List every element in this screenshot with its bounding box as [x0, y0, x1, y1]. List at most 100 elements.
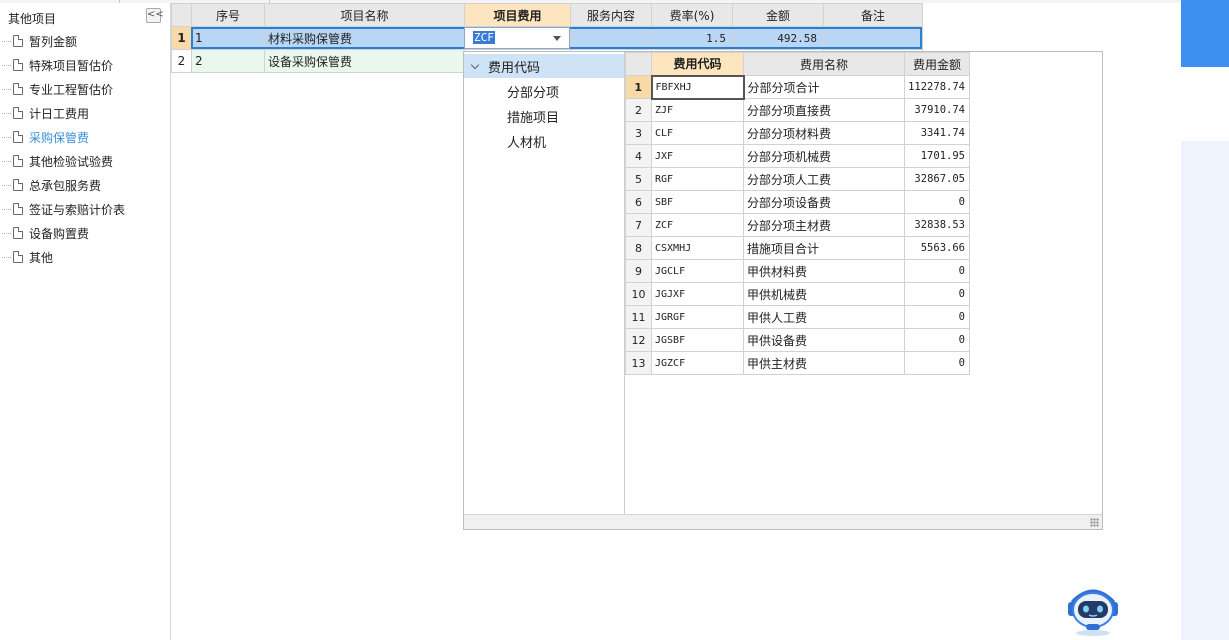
cost-code-row[interactable]: 1 FBFXHJ 分部分项合计 112278.74 [625, 74, 970, 100]
resize-grip-icon[interactable] [1090, 518, 1099, 527]
cost-amount-cell[interactable]: 32838.53 [904, 213, 970, 237]
row-number[interactable]: 1 [625, 75, 652, 99]
cost-name-cell[interactable]: 甲供主材费 [743, 351, 905, 375]
cost-amount-cell[interactable]: 0 [904, 259, 970, 283]
cost-code-row[interactable]: 6 SBF 分部分项设备费 0 [625, 190, 970, 214]
cost-code-row[interactable]: 3 CLF 分部分项材料费 3341.74 [625, 121, 970, 145]
cost-amount-cell[interactable]: 1701.95 [904, 144, 970, 168]
cost-code-cell[interactable]: JGJXF [651, 282, 744, 306]
cost-name-cell[interactable]: 分部分项直接费 [743, 98, 905, 122]
cost-code-row[interactable]: 13 JGZCF 甲供主材费 0 [625, 351, 970, 375]
row-number[interactable]: 9 [625, 259, 652, 283]
row-number[interactable]: 5 [625, 167, 652, 191]
tree-node-cost-code[interactable]: 费用代码 [464, 54, 624, 78]
col-header-rate[interactable]: 费率(%) [651, 3, 733, 27]
sidebar-item[interactable]: 暂列金额 [0, 31, 77, 51]
cost-code-row[interactable]: 8 CSXMHJ 措施项目合计 5563.66 [625, 236, 970, 260]
cost-code-row[interactable]: 9 JGCLF 甲供材料费 0 [625, 259, 970, 283]
cost-code-row[interactable]: 5 RGF 分部分项人工费 32867.05 [625, 167, 970, 191]
cost-name-cell[interactable]: 甲供设备费 [743, 328, 905, 352]
tree-node-rcj[interactable]: 人材机 [507, 132, 546, 151]
row-number[interactable]: 7 [625, 213, 652, 237]
cost-amount-cell[interactable]: 0 [904, 328, 970, 352]
cell-seq[interactable]: 1 [191, 26, 265, 50]
col-header-code[interactable]: 费用代码 [651, 52, 744, 76]
cost-name-cell[interactable]: 措施项目合计 [743, 236, 905, 260]
cost-name-cell[interactable]: 分部分项主材费 [743, 213, 905, 237]
cost-code-row[interactable]: 10 JGJXF 甲供机械费 0 [625, 282, 970, 306]
cost-code-row[interactable]: 11 JGRGF 甲供人工费 0 [625, 305, 970, 329]
row-number[interactable]: 2 [625, 98, 652, 122]
cost-amount-cell[interactable]: 0 [904, 305, 970, 329]
cost-name-cell[interactable]: 分部分项材料费 [743, 121, 905, 145]
row-number[interactable]: 10 [625, 282, 652, 306]
sidebar-item[interactable]: 其他 [0, 247, 53, 267]
corner-cell[interactable] [171, 3, 192, 27]
cell-note[interactable] [823, 26, 923, 50]
cost-name-cell[interactable]: 分部分项人工费 [743, 167, 905, 191]
sidebar-item[interactable]: 设备购置费 [0, 223, 89, 243]
row-number[interactable]: 8 [625, 236, 652, 260]
cost-code-cell[interactable]: JGCLF [651, 259, 744, 283]
sidebar-item[interactable]: 专业工程暂估价 [0, 79, 113, 99]
cost-code-cell[interactable]: ZCF [651, 213, 744, 237]
cost-code-cell[interactable]: ZJF [651, 98, 744, 122]
sidebar-item[interactable]: 计日工费用 [0, 103, 89, 123]
cost-code-row[interactable]: 4 JXF 分部分项机械费 1701.95 [625, 144, 970, 168]
cost-code-cell[interactable]: CLF [651, 121, 744, 145]
col-header-seq[interactable]: 序号 [191, 3, 265, 27]
cost-code-cell[interactable]: CSXMHJ [651, 236, 744, 260]
cost-code-row[interactable]: 12 JGSBF 甲供设备费 0 [625, 328, 970, 352]
col-header-cost-amount[interactable]: 费用金额 [904, 52, 970, 76]
corner-cell[interactable] [625, 52, 652, 76]
cell-rate[interactable]: 1.5 [651, 26, 733, 50]
cost-name-cell[interactable]: 甲供材料费 [743, 259, 905, 283]
tree-node-fbfx[interactable]: 分部分项 [507, 82, 559, 101]
cost-amount-cell[interactable]: 0 [904, 190, 970, 214]
cell-service[interactable] [570, 26, 652, 50]
row-number[interactable]: 11 [625, 305, 652, 329]
col-header-service[interactable]: 服务内容 [570, 3, 652, 27]
cost-amount-cell[interactable]: 32867.05 [904, 167, 970, 191]
sidebar-item[interactable]: 特殊项目暂估价 [0, 55, 113, 75]
cost-amount-cell[interactable]: 5563.66 [904, 236, 970, 260]
cell-name[interactable]: 设备采购保管费 [264, 49, 465, 73]
cost-code-cell[interactable]: JGZCF [651, 351, 744, 375]
chevron-down-icon[interactable] [470, 60, 480, 69]
cost-name-cell[interactable]: 分部分项机械费 [743, 144, 905, 168]
cost-name-cell[interactable]: 分部分项合计 [743, 75, 905, 99]
sidebar-item[interactable]: 总承包服务费 [0, 175, 101, 195]
sidebar-item[interactable]: 其他检验试验费 [0, 151, 113, 171]
cost-code-combobox[interactable]: ZCF [464, 27, 570, 49]
cost-amount-cell[interactable]: 37910.74 [904, 98, 970, 122]
assistant-robot-icon[interactable] [1064, 586, 1122, 638]
row-number[interactable]: 4 [625, 144, 652, 168]
cost-code-cell[interactable]: FBFXHJ [650, 74, 745, 100]
chevron-down-icon[interactable] [553, 36, 561, 41]
cost-name-cell[interactable]: 甲供人工费 [743, 305, 905, 329]
col-header-note[interactable]: 备注 [823, 3, 923, 27]
cost-amount-cell[interactable]: 0 [904, 282, 970, 306]
cost-code-cell[interactable]: JGSBF [651, 328, 744, 352]
col-header-name[interactable]: 项目名称 [264, 3, 465, 27]
cost-amount-cell[interactable]: 3341.74 [904, 121, 970, 145]
cost-code-cell[interactable]: JXF [651, 144, 744, 168]
tree-root-other-items[interactable]: 其他项目 [0, 9, 56, 27]
cost-code-row[interactable]: 2 ZJF 分部分项直接费 37910.74 [625, 98, 970, 122]
cost-name-cell[interactable]: 分部分项设备费 [743, 190, 905, 214]
col-header-amount[interactable]: 金额 [732, 3, 824, 27]
sidebar-item[interactable]: 签证与索赔计价表 [0, 199, 125, 219]
cost-code-cell[interactable]: RGF [651, 167, 744, 191]
sidebar-item[interactable]: 采购保管费 [0, 127, 89, 147]
collapse-sidebar-button[interactable]: << [146, 8, 164, 23]
col-header-cost-name[interactable]: 费用名称 [743, 52, 905, 76]
row-number[interactable]: 1 [171, 26, 192, 50]
cost-amount-cell[interactable]: 112278.74 [904, 75, 970, 99]
row-number[interactable]: 2 [171, 49, 192, 73]
col-header-cost[interactable]: 项目费用 [464, 3, 571, 27]
cost-name-cell[interactable]: 甲供机械费 [743, 282, 905, 306]
cost-amount-cell[interactable]: 0 [904, 351, 970, 375]
row-number[interactable]: 13 [625, 351, 652, 375]
cost-code-cell[interactable]: SBF [651, 190, 744, 214]
row-number[interactable]: 6 [625, 190, 652, 214]
